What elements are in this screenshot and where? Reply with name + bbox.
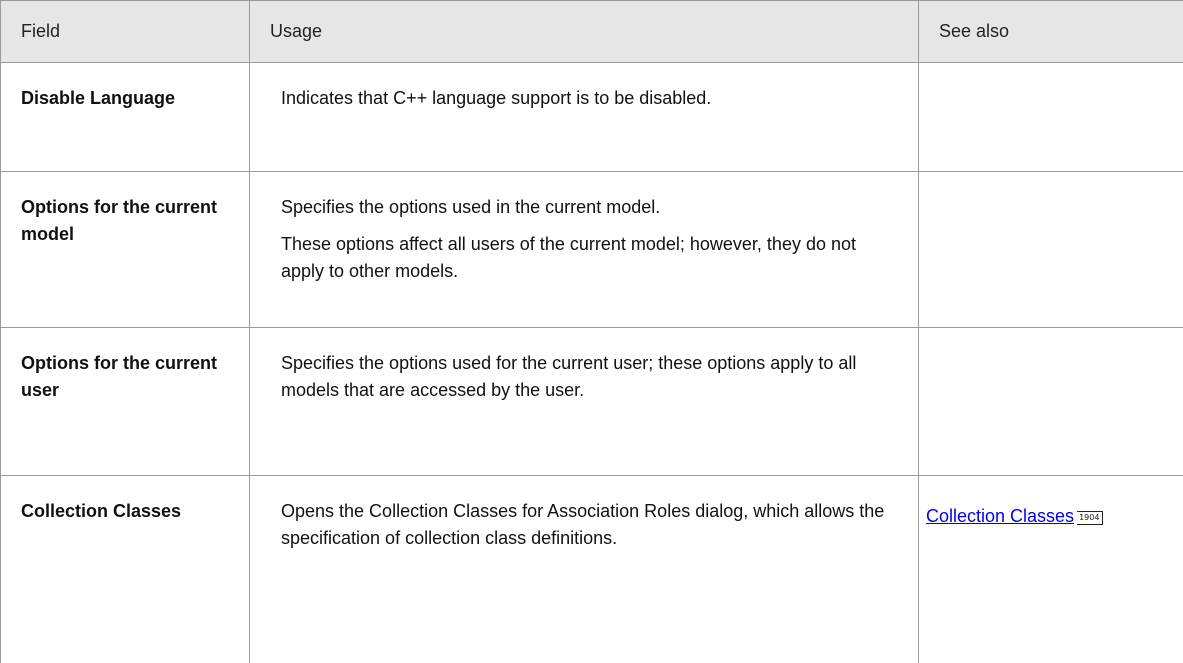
usage-cell: Specifies the options used in the curren…: [250, 172, 919, 328]
see-also-cell: [919, 328, 1183, 476]
table-row: Options for the current user Specifies t…: [1, 328, 1183, 476]
see-also-cell: [919, 63, 1183, 172]
field-cell: Disable Language: [1, 63, 250, 172]
usage-cell: Specifies the options used for the curre…: [250, 328, 919, 476]
column-header-field: Field: [1, 1, 250, 63]
usage-text: Opens the Collection Classes for Associa…: [281, 498, 898, 552]
field-cell: Options for the current model: [1, 172, 250, 328]
usage-cell: Opens the Collection Classes for Associa…: [250, 476, 919, 663]
table-row: Collection Classes Opens the Collection …: [1, 476, 1183, 663]
field-cell: Options for the current user: [1, 328, 250, 476]
table-header-row: Field Usage See also: [1, 1, 1183, 63]
collection-classes-link[interactable]: Collection Classes: [926, 506, 1074, 526]
page-reference: 1904: [1077, 511, 1103, 525]
see-also-cell: [919, 172, 1183, 328]
field-cell: Collection Classes: [1, 476, 250, 663]
usage-text: Indicates that C++ language support is t…: [281, 85, 898, 112]
column-header-see-also: See also: [919, 1, 1183, 63]
table-row: Options for the current model Specifies …: [1, 172, 1183, 328]
usage-text: Specifies the options used in the curren…: [281, 194, 898, 221]
table-row: Disable Language Indicates that C++ lang…: [1, 63, 1183, 172]
usage-text: These options affect all users of the cu…: [281, 231, 898, 285]
usage-text: Specifies the options used for the curre…: [281, 350, 898, 404]
options-table: Field Usage See also Disable Language In…: [0, 0, 1183, 663]
see-also-cell: Collection Classes1904: [919, 476, 1183, 663]
usage-cell: Indicates that C++ language support is t…: [250, 63, 919, 172]
column-header-usage: Usage: [250, 1, 919, 63]
